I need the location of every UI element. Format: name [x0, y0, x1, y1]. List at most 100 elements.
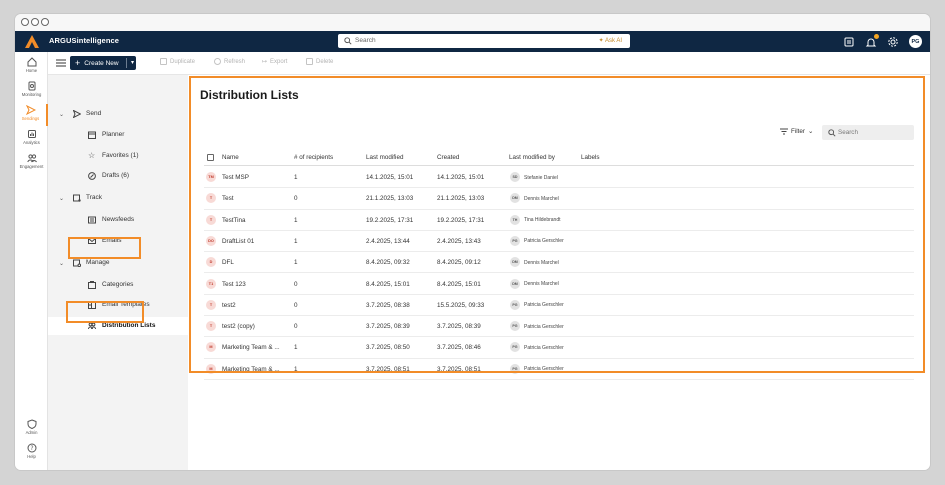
nav-item-drafts[interactable]: Drafts (6) — [48, 167, 188, 185]
duplicate-label: Duplicate — [170, 58, 196, 65]
nav-item-favorites[interactable]: ☆ Favorites (1) — [48, 147, 188, 165]
ask-ai-button[interactable]: ✦ Ask AI — [599, 37, 622, 44]
row-name[interactable]: Marketing Team & ... — [222, 366, 280, 373]
gear-icon[interactable] — [887, 36, 899, 48]
filter-button[interactable]: Filter ⌄ — [780, 128, 813, 135]
nav-group-manage[interactable]: ⌄ Manage — [48, 254, 188, 272]
rail-item-sendings[interactable]: Sendings — [15, 104, 48, 126]
row-last-modified-by: Patricia Gerschler — [524, 238, 564, 245]
rail-item-monitoring[interactable]: Monitoring — [15, 80, 48, 102]
nav-item-categories[interactable]: Categories — [48, 276, 188, 294]
rail-item-home[interactable]: Home — [15, 56, 48, 78]
list-search-input[interactable]: Search — [822, 125, 914, 140]
column-header-recipients[interactable]: # of recipients — [294, 154, 333, 161]
row-name[interactable]: Marketing Team & ... — [222, 344, 280, 351]
nav-item-email-templates[interactable]: Email Templates — [48, 296, 188, 314]
row-recipients: 1 — [294, 174, 298, 181]
news-icon[interactable] — [843, 36, 855, 48]
module-rail: Home Monitoring Sendings Analytics Engag… — [15, 52, 48, 470]
list-initials-badge: TM — [206, 172, 216, 182]
argus-logo-icon[interactable] — [24, 34, 40, 49]
column-header-last-modified[interactable]: Last modified — [366, 154, 403, 161]
list-initials-badge: M — [206, 342, 216, 353]
action-toolbar: + Create New ▾ Duplicate Refresh ↦ Export… — [48, 52, 930, 75]
chevron-down-icon[interactable]: ⌄ — [59, 111, 64, 118]
row-name[interactable]: Test MSP — [222, 174, 249, 181]
row-name[interactable]: Test 123 — [222, 281, 246, 288]
rail-item-analytics[interactable]: Analytics — [15, 128, 48, 150]
table-row[interactable]: M Marketing Team & ... 1 3.7.2025, 08:50 3.7… — [204, 337, 914, 359]
nav-item-distribution-lists[interactable]: Distribution Lists — [48, 317, 188, 335]
nav-label-manage: Manage — [86, 259, 110, 266]
rail-item-help[interactable]: ? Help — [15, 442, 48, 464]
rail-label-engagement: Engagement — [19, 164, 44, 169]
column-header-created[interactable]: Created — [437, 154, 459, 161]
global-search-placeholder: Search — [355, 37, 376, 44]
list-initials-badge: DO — [206, 235, 216, 246]
row-recipients: 0 — [294, 323, 298, 331]
row-last-modified: 3.7.2025, 08:38 — [366, 301, 410, 309]
nav-item-emails[interactable]: Emails — [48, 232, 188, 250]
section-sidebar: ⌄ Send Planner ☆ Favorites (1) Drafts (6… — [48, 75, 188, 470]
menu-icon[interactable] — [56, 59, 66, 67]
nav-group-track[interactable]: ⌄ Track — [48, 189, 188, 207]
row-name[interactable]: DFL — [222, 259, 234, 266]
table-row[interactable]: T1 Test 123 0 8.4.2025, 15:01 8.4.2025, 15:0… — [204, 274, 914, 295]
create-new-button[interactable]: + Create New ▾ — [70, 56, 136, 70]
row-name[interactable]: DraftList 01 — [222, 238, 254, 245]
table-row[interactable]: Ttest2 (copy) 0 3.7.2025, 08:39 3.7.2025, 0… — [204, 316, 914, 338]
notifications-button[interactable] — [865, 33, 879, 48]
send-icon — [73, 110, 81, 118]
row-last-modified: 21.1.2025, 13:03 — [366, 195, 414, 203]
column-header-last-modified-by[interactable]: Last modified by — [509, 154, 555, 161]
refresh-button[interactable]: Refresh — [214, 58, 245, 65]
rail-item-admin[interactable]: Admin — [15, 418, 48, 440]
nav-label-email-templates: Email Templates — [102, 301, 150, 308]
export-button[interactable]: ↦ Export — [262, 58, 287, 66]
row-last-modified-by: Tina Hildebrandt — [524, 217, 561, 224]
chevron-down-icon[interactable]: ⌄ — [59, 260, 64, 267]
window-close-dot[interactable] — [21, 18, 29, 26]
nav-label-drafts: Drafts (6) — [102, 172, 130, 179]
nav-item-newsfeeds[interactable]: Newsfeeds — [48, 211, 188, 229]
select-all-checkbox[interactable] — [207, 154, 214, 161]
duplicate-button[interactable]: Duplicate — [160, 58, 195, 65]
row-name[interactable]: Test — [222, 195, 234, 202]
column-header-labels[interactable]: Labels — [581, 154, 600, 161]
column-header-name[interactable]: Name — [222, 154, 239, 161]
monitoring-icon — [28, 81, 35, 91]
table-row[interactable]: DO DraftList 01 1 2.4.2025, 13:44 2.4.2025, … — [204, 231, 914, 253]
row-name[interactable]: TestTina — [222, 217, 246, 224]
row-name[interactable]: test2 (copy) — [222, 323, 255, 330]
nav-item-planner[interactable]: Planner — [48, 126, 188, 144]
nav-label-categories: Categories — [102, 281, 134, 288]
nav-group-send[interactable]: ⌄ Send — [48, 105, 188, 123]
user-avatar: DM — [510, 193, 520, 204]
table-row[interactable]: Ttest2 0 3.7.2025, 08:38 15.5.2025, 09:33 PG… — [204, 295, 914, 317]
window-maximize-dot[interactable] — [41, 18, 49, 26]
row-created: 19.2.2025, 17:31 — [437, 216, 485, 224]
user-avatar: TH — [510, 214, 520, 225]
rail-item-engagement[interactable]: Engagement — [15, 152, 48, 174]
chevron-down-icon[interactable]: ▾ — [131, 59, 134, 66]
row-name[interactable]: test2 — [222, 302, 236, 309]
user-avatar: PG — [510, 235, 520, 246]
row-last-modified: 8.4.2025, 09:32 — [366, 259, 410, 267]
rail-label-sendings: Sendings — [21, 116, 40, 121]
row-last-modified-by: Dennis Marchel — [524, 281, 559, 287]
table-row[interactable]: M Marketing Team & ... 1 3.7.2025, 08:51 3.7… — [204, 359, 914, 380]
chevron-down-icon[interactable]: ⌄ — [59, 195, 64, 202]
delete-button[interactable]: Delete — [306, 58, 333, 65]
table-row[interactable]: T Test 0 21.1.2025, 13:03 21.1.2025, 13:03 DM… — [204, 188, 914, 210]
main-content: Distribution Lists Filter ⌄ Search Name … — [188, 75, 930, 470]
table-row[interactable]: D DFL 1 8.4.2025, 09:32 8.4.2025, 09:12 DM Den… — [204, 252, 914, 274]
table-row[interactable]: T TestTina 1 19.2.2025, 17:31 19.2.2025, 17:… — [204, 210, 914, 231]
user-avatar[interactable]: PG — [909, 35, 922, 48]
global-search-input[interactable]: Search ✦ Ask AI — [338, 34, 630, 48]
table-header: Name # of recipients Last modified Creat… — [204, 150, 914, 166]
track-icon — [73, 194, 81, 202]
window-minimize-dot[interactable] — [31, 18, 39, 26]
user-avatar: DM — [510, 278, 520, 289]
app-window: ARGUSintelligence Search ✦ Ask AI PG Hom… — [15, 14, 930, 470]
table-row[interactable]: TM Test MSP 1 14.1.2025, 15:01 14.1.2025, 15… — [204, 167, 914, 189]
